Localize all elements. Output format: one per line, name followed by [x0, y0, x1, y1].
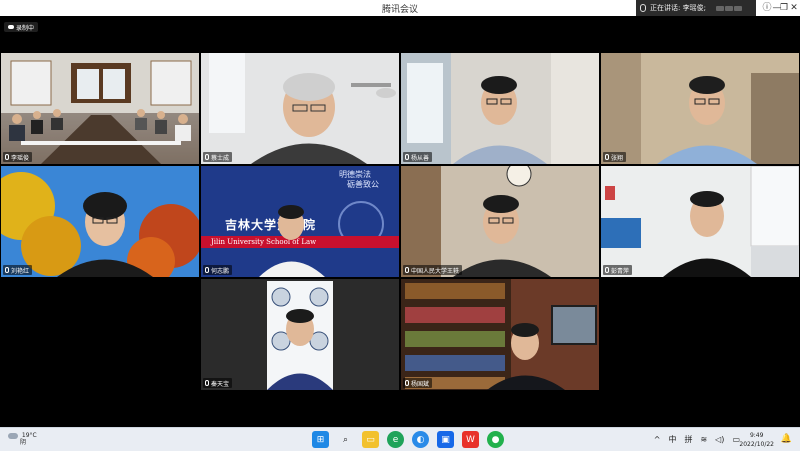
- participant-name: 彭青萍: [611, 267, 630, 275]
- video-tile-meeting-room[interactable]: 李瑶俊: [1, 53, 199, 164]
- chevron-up-icon[interactable]: ^: [654, 435, 661, 444]
- volume-icon[interactable]: ◁): [715, 435, 724, 444]
- weather-desc: 阴: [20, 439, 27, 446]
- university-logo-wall: [201, 279, 399, 390]
- recording-label: 录制中: [16, 24, 35, 32]
- weather-temp: 19°C: [21, 432, 37, 439]
- microphone-icon: [205, 380, 209, 386]
- speaking-indicator: 正在讲话: 李瑶俊;: [636, 0, 756, 16]
- participant-label: 张翔: [603, 152, 627, 162]
- participant-name: 中国人民大学王轶: [411, 267, 460, 275]
- ime-indicator[interactable]: 中: [668, 434, 676, 445]
- meeting-room-scene: [1, 53, 199, 164]
- video-tile-clock[interactable]: 中国人民大学王轶: [401, 166, 599, 277]
- video-tile-law-school[interactable]: 明德崇法 砺善致公 吉林大学法学院 Jilin University Schoo…: [201, 166, 399, 277]
- video-tile-modern[interactable]: 彭青萍: [601, 166, 799, 277]
- system-tray: ^ 中 拼 ≋ ◁) ▭: [654, 434, 740, 445]
- file-explorer-icon[interactable]: ▭: [362, 431, 379, 448]
- participant-name: 秦天宝: [211, 380, 230, 388]
- participant-label: 秦天宝: [203, 378, 233, 388]
- office-clock-scene: [401, 166, 599, 277]
- video-tile-window[interactable]: 杨从善: [401, 53, 599, 164]
- video-tile-elder[interactable]: 蔡士成: [201, 53, 399, 164]
- office-window-scene: [401, 53, 599, 164]
- video-tile-cafe[interactable]: 张翔: [601, 53, 799, 164]
- browser-icon[interactable]: ◐: [412, 431, 429, 448]
- office-scene: [201, 53, 399, 164]
- microphone-icon: [205, 267, 209, 273]
- microphone-icon: [605, 267, 609, 273]
- microphone-icon: [405, 267, 409, 273]
- cloud-icon: [8, 432, 18, 439]
- video-tile-autumn[interactable]: 刘艳红: [1, 166, 199, 277]
- wifi-icon[interactable]: ≋: [700, 435, 707, 444]
- microphone-icon: [605, 154, 609, 160]
- clock-time: 9:49: [749, 432, 764, 439]
- participant-label: 杨从善: [403, 152, 433, 162]
- edge-browser-icon[interactable]: e: [387, 431, 404, 448]
- clock-date: 2022/10/22: [739, 441, 774, 448]
- audio-level-icon: [715, 5, 742, 11]
- participant-label: 彭青萍: [603, 265, 633, 275]
- microphone-icon: [5, 267, 9, 273]
- participant-name: 何志鹏: [211, 267, 230, 275]
- video-tile-logo-wall[interactable]: 秦天宝: [201, 279, 399, 390]
- bookshelf-scene: [401, 279, 599, 390]
- participant-label: 李瑶俊: [3, 152, 33, 162]
- modern-office-scene: [601, 166, 799, 277]
- participant-label: 刘艳红: [3, 265, 33, 275]
- autumn-trees-scene: [1, 166, 199, 277]
- cloud-icon: [8, 25, 14, 29]
- participant-name: 李瑶俊: [11, 154, 30, 162]
- participant-name: 刘艳红: [11, 267, 30, 275]
- microphone-icon: [405, 154, 409, 160]
- participant-name: 杨从善: [411, 154, 430, 162]
- search-icon[interactable]: ⌕: [337, 431, 354, 448]
- participant-name: 杨国斌: [411, 380, 430, 388]
- pinyin-indicator[interactable]: 拼: [684, 434, 692, 445]
- participant-label: 何志鹏: [203, 265, 233, 275]
- wechat-icon[interactable]: ●: [487, 431, 504, 448]
- speaking-label: 正在讲话: 李瑶俊;: [650, 4, 706, 12]
- close-button[interactable]: ✕: [787, 0, 800, 16]
- recording-badge[interactable]: 录制中: [4, 22, 39, 32]
- participant-name: 张翔: [611, 154, 624, 162]
- office-cafe-scene: [601, 53, 799, 164]
- microphone-icon: [205, 154, 209, 160]
- video-tile-bookshelf[interactable]: 杨国斌: [401, 279, 599, 390]
- participant-label: 中国人民大学王轶: [403, 265, 463, 275]
- participant-label: 杨国斌: [403, 378, 433, 388]
- taskbar: 19°C 阴 ⊞ ⌕ ▭ e ◐ ▣ W ● ^ 中 拼 ≋ ◁) ▭ 9:49…: [0, 427, 800, 451]
- speaker-figure: [259, 205, 325, 277]
- clock[interactable]: 9:49 2022/10/22: [739, 431, 774, 449]
- participant-label: 蔡士成: [203, 152, 233, 162]
- windows-start-icon[interactable]: ⊞: [312, 431, 329, 448]
- microphone-icon: [405, 380, 409, 386]
- wps-icon[interactable]: W: [462, 431, 479, 448]
- tencent-meeting-icon[interactable]: ▣: [437, 431, 454, 448]
- microphone-icon: [5, 154, 9, 160]
- notification-icon[interactable]: 🔔: [781, 434, 792, 444]
- video-grid: 李瑶俊 蔡士成 杨从善 张翔 刘艳红 明德崇法 砺善致公 吉林大学法学院 Jil…: [0, 16, 800, 427]
- weather-widget[interactable]: 19°C 阴: [8, 432, 37, 446]
- microphone-icon: [640, 4, 646, 12]
- participant-name: 蔡士成: [211, 154, 230, 162]
- taskbar-apps: ⊞ ⌕ ▭ e ◐ ▣ W ●: [312, 431, 504, 448]
